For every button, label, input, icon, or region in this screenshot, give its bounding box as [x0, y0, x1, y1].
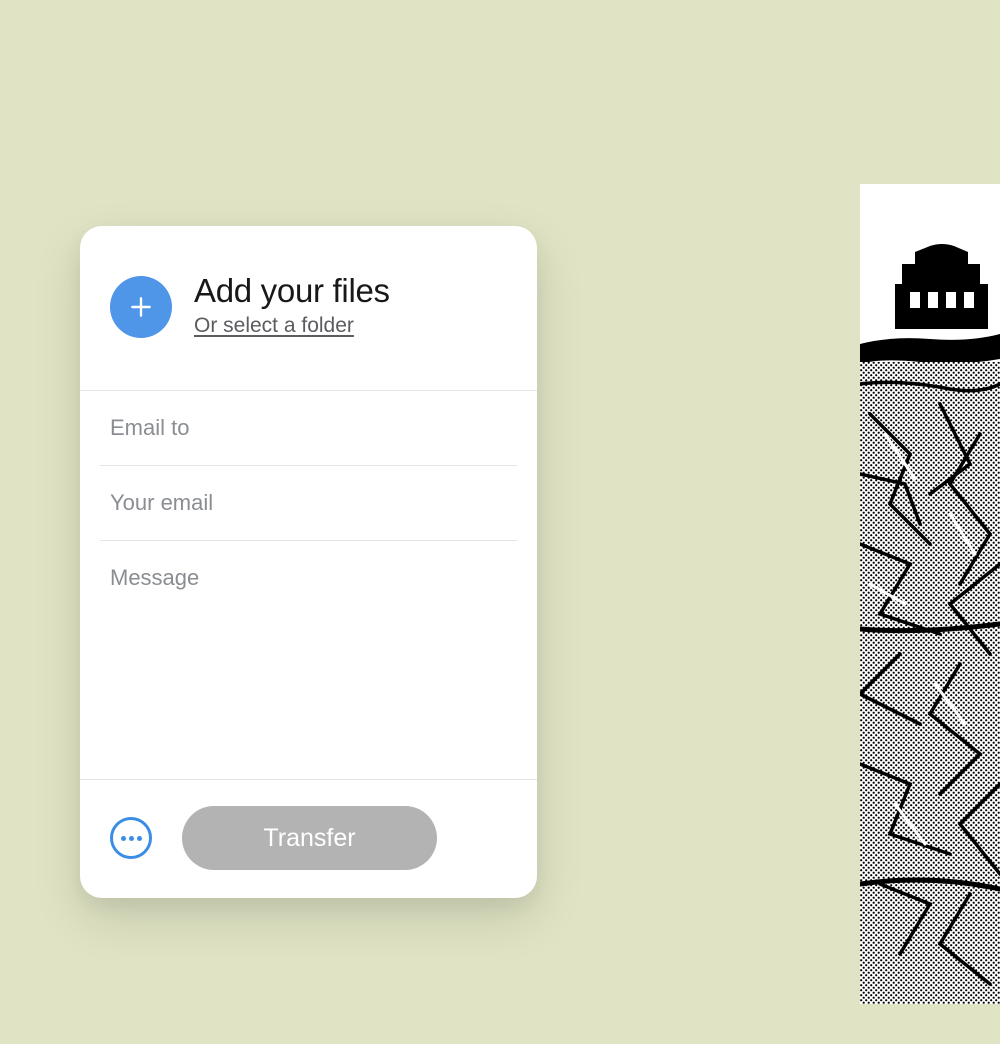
your-email-field[interactable] — [100, 466, 517, 541]
options-button[interactable] — [110, 817, 152, 859]
more-options-icon — [121, 836, 142, 841]
message-field[interactable] — [100, 541, 517, 641]
add-files-title: Add your files — [194, 272, 390, 310]
transfer-card: Add your files Or select a folder Transf… — [80, 226, 537, 898]
form-section — [80, 390, 537, 779]
upload-text: Add your files Or select a folder — [194, 272, 390, 338]
plus-icon — [128, 294, 154, 320]
select-folder-link[interactable]: Or select a folder — [194, 314, 354, 338]
transfer-button[interactable]: Transfer — [182, 806, 437, 870]
background-illustration — [860, 184, 1000, 1004]
upload-section: Add your files Or select a folder — [80, 226, 537, 390]
email-to-field[interactable] — [100, 391, 517, 466]
footer-section: Transfer — [80, 779, 537, 898]
add-files-button[interactable] — [110, 276, 172, 338]
